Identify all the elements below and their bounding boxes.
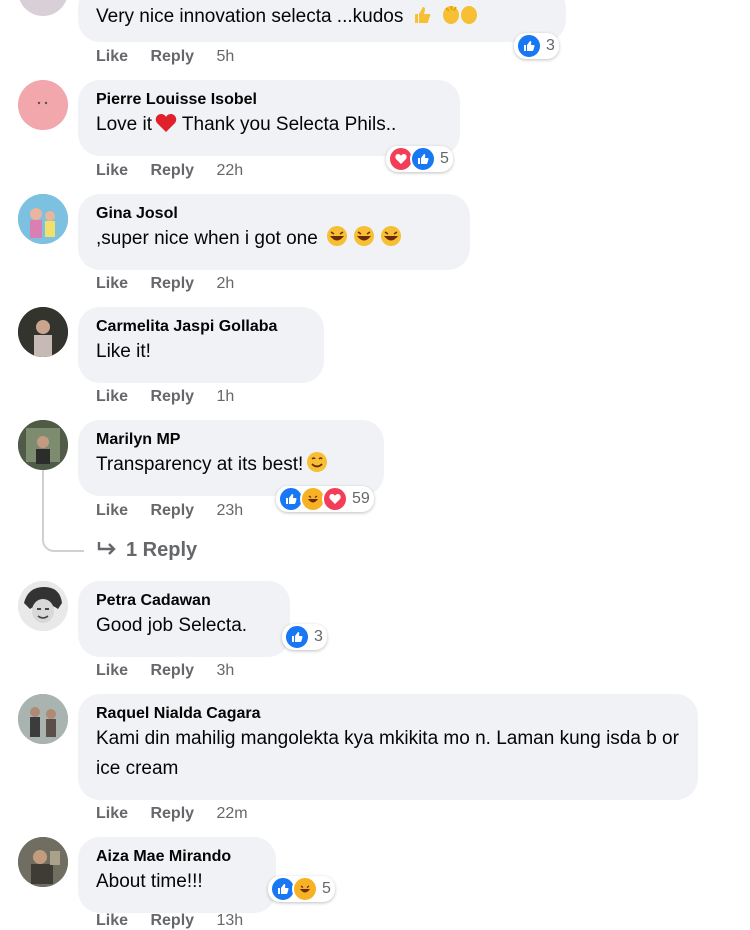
comment-text: Transparency at its best! [96,454,304,475]
comment-text: About time!!! [96,871,203,892]
reply-link[interactable]: Reply [150,805,194,822]
reply-link[interactable]: Reply [150,502,194,519]
comment-time[interactable]: 22h [217,162,244,179]
laughing-emoji [326,225,402,257]
reaction-count: 3 [546,37,555,54]
comment-bubble: Petra Cadawan Good job Selecta. [78,581,290,657]
comment-text-after: Thank you Selecta Phils.. [176,114,397,135]
like-link[interactable]: Like [96,275,128,292]
reply-link[interactable]: Reply [150,48,194,65]
reaction-count: 5 [322,880,331,897]
like-reaction-icon [410,146,436,172]
reply-arrow-icon [96,540,118,564]
avatar[interactable] [18,80,68,130]
comment-text: Very nice innovation selecta ...kudos [96,6,404,27]
comment-author[interactable]: Aiza Mae Mirando [96,846,258,867]
comment-author[interactable]: Petra Cadawan [96,590,272,611]
comment-bubble: Gina Josol ,super nice when i got one [78,194,470,270]
avatar[interactable] [18,581,68,631]
thumbs-up-emoji [412,5,432,35]
reaction-summary[interactable]: 59 [276,486,374,512]
comment-actions: Like Reply 2h [96,275,252,293]
comment-author[interactable]: Pierre Louisse Isobel [96,89,442,110]
reaction-count: 3 [314,628,323,645]
comment-time[interactable]: 1h [217,388,235,405]
comment-actions: Like Reply 1h [96,388,252,406]
like-reaction-icon [284,624,310,650]
heart-emoji [155,113,177,143]
avatar[interactable] [18,837,68,887]
like-link[interactable]: Like [96,162,128,179]
like-reaction-icon [516,33,542,59]
avatar[interactable] [18,0,68,16]
comment-time[interactable]: 5h [217,48,235,65]
comment-actions: Like Reply 22h [96,162,261,180]
like-link[interactable]: Like [96,48,128,65]
like-link[interactable]: Like [96,912,128,929]
like-link[interactable]: Like [96,662,128,679]
comment-bubble: Very nice innovation selecta ...kudos [78,0,566,42]
comment-author[interactable]: Gina Josol [96,203,452,224]
avatar[interactable] [18,694,68,744]
comment-text-before: Love it [96,114,152,135]
comment-author[interactable]: Carmelita Jaspi Gollaba [96,316,306,337]
reaction-count: 5 [440,150,449,167]
comment-bubble: Aiza Mae Mirando About time!!! [78,837,276,913]
reply-link[interactable]: Reply [150,912,194,929]
haha-reaction-icon [292,876,318,902]
like-link[interactable]: Like [96,502,128,519]
comment-text: Good job Selecta. [96,615,248,636]
comment-text: Like it! [96,341,151,362]
view-replies-link[interactable]: 1 Reply [96,539,197,564]
reaction-summary[interactable]: 3 [514,33,559,59]
comment-text: ,super nice when i got one [96,228,318,249]
comment-actions: Like Reply 22m [96,805,266,823]
reply-link[interactable]: Reply [150,388,194,405]
reply-link[interactable]: Reply [150,662,194,679]
clapping-hands-emoji [440,3,480,35]
comment-text: Kami din mahilig mangolekta kya mkikita … [96,728,679,779]
comment-time[interactable]: 22m [217,805,248,822]
comment-bubble: Pierre Louisse Isobel Love it Thank you … [78,80,460,156]
comment-author[interactable]: Raquel Nialda Cagara [96,703,680,724]
reaction-count: 59 [352,490,370,507]
reaction-summary[interactable]: 3 [282,624,327,650]
reply-link[interactable]: Reply [150,162,194,179]
reaction-summary[interactable]: 5 [268,876,335,902]
avatar[interactable] [18,420,68,470]
comment-actions: Like Reply 3h [96,662,252,680]
reply-thread-line [42,470,84,552]
reaction-summary[interactable]: 5 [386,146,453,172]
comment-bubble: Raquel Nialda Cagara Kami din mahilig ma… [78,694,698,800]
comment-actions: Like Reply 13h [96,912,261,930]
comment-bubble: Marilyn MP Transparency at its best! [78,420,384,496]
smiling-emoji [306,451,328,483]
comment-actions: Like Reply 5h [96,48,252,66]
replies-count-label[interactable]: 1 Reply [126,539,197,561]
reply-link[interactable]: Reply [150,275,194,292]
comment-bubble: Carmelita Jaspi Gollaba Like it! [78,307,324,383]
comment-actions: Like Reply 23h [96,502,261,520]
like-link[interactable]: Like [96,805,128,822]
comment-author[interactable]: Marilyn MP [96,429,366,450]
comment-time[interactable]: 13h [217,912,244,929]
comment-time[interactable]: 3h [217,662,235,679]
comment-time[interactable]: 2h [217,275,235,292]
avatar[interactable] [18,307,68,357]
avatar[interactable] [18,194,68,244]
comment-time[interactable]: 23h [217,502,244,519]
love-reaction-icon [322,486,348,512]
like-link[interactable]: Like [96,388,128,405]
